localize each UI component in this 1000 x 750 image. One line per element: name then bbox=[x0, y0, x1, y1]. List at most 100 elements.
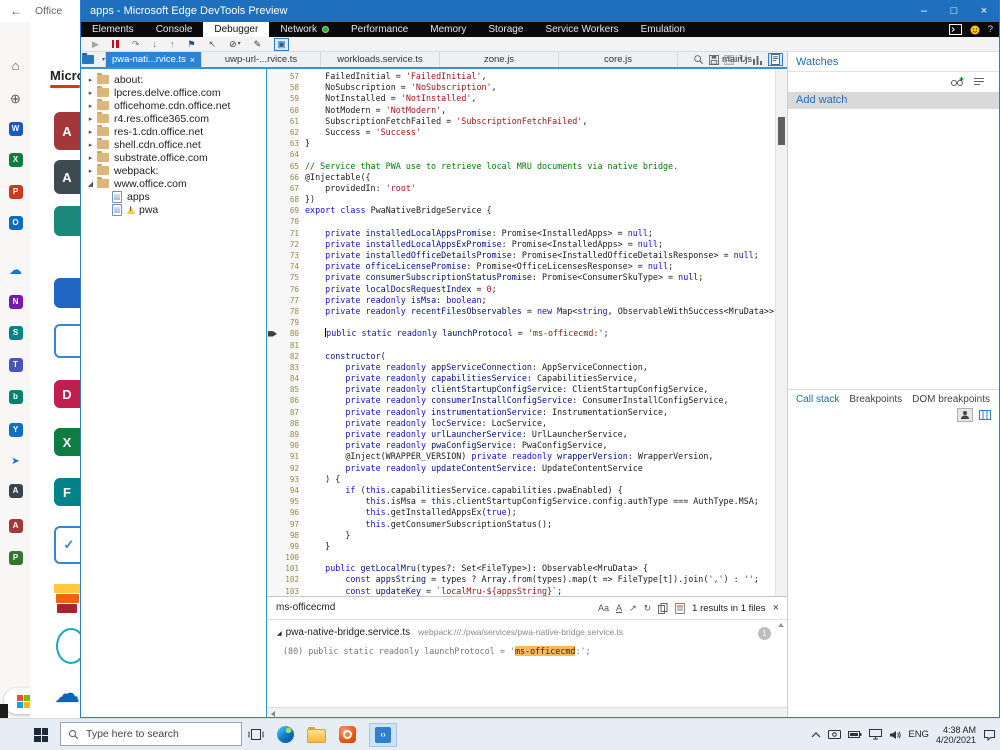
powerpoint-icon[interactable]: P bbox=[8, 184, 23, 199]
breakpoint-margin[interactable] bbox=[267, 205, 278, 216]
breakpoint-margin[interactable] bbox=[267, 496, 278, 507]
tree-caret-icon[interactable]: ▸ bbox=[85, 128, 96, 136]
line-number[interactable]: 65 bbox=[278, 161, 305, 172]
line-number[interactable]: 66 bbox=[278, 172, 305, 183]
line-number[interactable]: 58 bbox=[278, 82, 305, 93]
reload-icon[interactable]: ↻ bbox=[739, 54, 747, 65]
onedrive-icon[interactable]: ☁ bbox=[8, 262, 23, 277]
tree-item[interactable]: ▸r4.res.office365.com bbox=[81, 112, 266, 125]
maximize-button[interactable]: □ bbox=[939, 0, 969, 22]
profile-columns-icon[interactable] bbox=[752, 55, 763, 65]
breakpoint-margin[interactable] bbox=[267, 272, 278, 283]
network-icon[interactable] bbox=[869, 729, 882, 740]
breakpoint-margin[interactable] bbox=[267, 574, 278, 585]
tree-item[interactable]: apps bbox=[81, 190, 266, 203]
tab-network[interactable]: Network bbox=[269, 22, 340, 37]
line-number[interactable]: 64 bbox=[278, 149, 305, 160]
close-icon[interactable]: × bbox=[190, 55, 195, 65]
tree-item[interactable]: ▸substrate.office.com bbox=[81, 151, 266, 164]
tree-item[interactable]: ▸webpack: bbox=[81, 164, 266, 177]
file-picker-button[interactable]: ▾ bbox=[81, 52, 106, 67]
editor-scrollbar[interactable] bbox=[775, 69, 787, 596]
results-horizontal-scrollbar[interactable] bbox=[267, 707, 787, 717]
app-tile-blue[interactable] bbox=[54, 278, 80, 308]
tree-caret-icon[interactable]: ▸ bbox=[85, 89, 96, 97]
breakpoint-margin[interactable] bbox=[267, 228, 278, 239]
volume-icon[interactable] bbox=[889, 730, 901, 740]
breakpoint-margin[interactable] bbox=[267, 194, 278, 205]
breakpoint-margin[interactable] bbox=[267, 440, 278, 451]
file-tab[interactable]: uwp-url-...rvice.ts bbox=[202, 52, 321, 67]
back-arrow-icon[interactable]: ← bbox=[10, 4, 22, 18]
pretty-print-icon[interactable] bbox=[768, 53, 783, 66]
teams-icon[interactable]: T bbox=[8, 357, 23, 372]
pause-icon[interactable] bbox=[112, 40, 119, 48]
breakpoint-margin[interactable] bbox=[267, 586, 278, 596]
line-number[interactable]: 102 bbox=[278, 574, 305, 585]
line-number[interactable]: 79 bbox=[278, 317, 305, 328]
admin-icon[interactable]: A bbox=[8, 483, 23, 498]
home-icon[interactable]: ⌂ bbox=[8, 58, 23, 73]
line-number[interactable]: 83 bbox=[278, 362, 305, 373]
breakpoint-margin[interactable] bbox=[267, 429, 278, 440]
line-number[interactable]: 101 bbox=[278, 563, 305, 574]
line-number[interactable]: 57 bbox=[278, 71, 305, 82]
line-number[interactable]: 68 bbox=[278, 194, 305, 205]
access-tile[interactable]: A bbox=[54, 112, 80, 150]
line-number[interactable]: 81 bbox=[278, 340, 305, 351]
line-number[interactable]: 70 bbox=[278, 216, 305, 227]
save-icon[interactable] bbox=[709, 55, 719, 65]
line-number[interactable]: 95 bbox=[278, 496, 305, 507]
line-number[interactable]: 100 bbox=[278, 552, 305, 563]
line-number[interactable]: 71 bbox=[278, 228, 305, 239]
tab-service-workers[interactable]: Service Workers bbox=[534, 22, 629, 37]
sway-face-tile[interactable] bbox=[56, 628, 80, 664]
breakpoint-margin[interactable] bbox=[267, 463, 278, 474]
breakpoint-margin[interactable] bbox=[267, 541, 278, 552]
tab-performance[interactable]: Performance bbox=[340, 22, 419, 37]
breakpoint-margin[interactable] bbox=[267, 261, 278, 272]
undock-console-icon[interactable] bbox=[949, 24, 962, 35]
line-number[interactable]: 93 bbox=[278, 474, 305, 485]
excel-tile[interactable]: X bbox=[54, 428, 80, 456]
tree-item[interactable]: pwa bbox=[81, 203, 266, 216]
step-out-icon[interactable]: ↑ bbox=[170, 40, 175, 49]
line-number[interactable]: 98 bbox=[278, 530, 305, 541]
tree-item[interactable]: ◢www.office.com bbox=[81, 177, 266, 190]
breakpoint-margin[interactable] bbox=[267, 395, 278, 406]
tree-item[interactable]: ▸officehome.cdn.office.net bbox=[81, 99, 266, 112]
line-number[interactable]: 61 bbox=[278, 116, 305, 127]
breakpoint-margin[interactable] bbox=[267, 563, 278, 574]
tree-caret-icon[interactable]: ▸ bbox=[85, 115, 96, 123]
break-on-new-worker-icon[interactable]: ⚑ bbox=[187, 40, 195, 49]
refresh-icon[interactable]: ↻ bbox=[644, 603, 652, 614]
taskbar-search-input[interactable]: Type here to search bbox=[60, 722, 242, 746]
onedrive-tile[interactable]: ☁ bbox=[54, 680, 80, 706]
breakpoint-margin[interactable] bbox=[267, 407, 278, 418]
admin-tile[interactable]: A bbox=[54, 160, 80, 194]
breakpoint-margin[interactable] bbox=[267, 172, 278, 183]
search-input[interactable]: ms-officecmd AaA↗↻1 results in 1 files× bbox=[267, 597, 787, 620]
breakpoint-margin[interactable] bbox=[267, 485, 278, 496]
breakpoint-margin[interactable] bbox=[267, 373, 278, 384]
line-number[interactable]: 78 bbox=[278, 306, 305, 317]
line-number[interactable]: 73 bbox=[278, 250, 305, 261]
line-number[interactable]: 80 bbox=[278, 328, 305, 339]
file-explorer-icon[interactable] bbox=[307, 726, 326, 743]
file-tab[interactable]: core.js bbox=[559, 52, 678, 67]
breakpoint-margin[interactable] bbox=[267, 295, 278, 306]
line-number[interactable]: 88 bbox=[278, 418, 305, 429]
edit-watches-icon[interactable] bbox=[973, 76, 985, 87]
search-result-match[interactable]: (80) public static readonly launchProtoc… bbox=[283, 646, 591, 656]
sharepoint-icon[interactable]: S bbox=[8, 325, 23, 340]
breakpoint-margin[interactable] bbox=[267, 127, 278, 138]
tab-breakpoints[interactable]: Breakpoints bbox=[849, 394, 902, 405]
tab-debugger[interactable]: Debugger bbox=[203, 22, 269, 37]
project-icon[interactable]: P bbox=[8, 550, 23, 565]
breakpoint-margin[interactable] bbox=[267, 71, 278, 82]
breakpoint-margin[interactable] bbox=[267, 149, 278, 160]
onenote-icon[interactable]: N bbox=[8, 294, 23, 309]
breakpoint-margin[interactable] bbox=[267, 105, 278, 116]
devtools-icon[interactable] bbox=[369, 723, 397, 747]
breakpoint-margin[interactable] bbox=[267, 284, 278, 295]
